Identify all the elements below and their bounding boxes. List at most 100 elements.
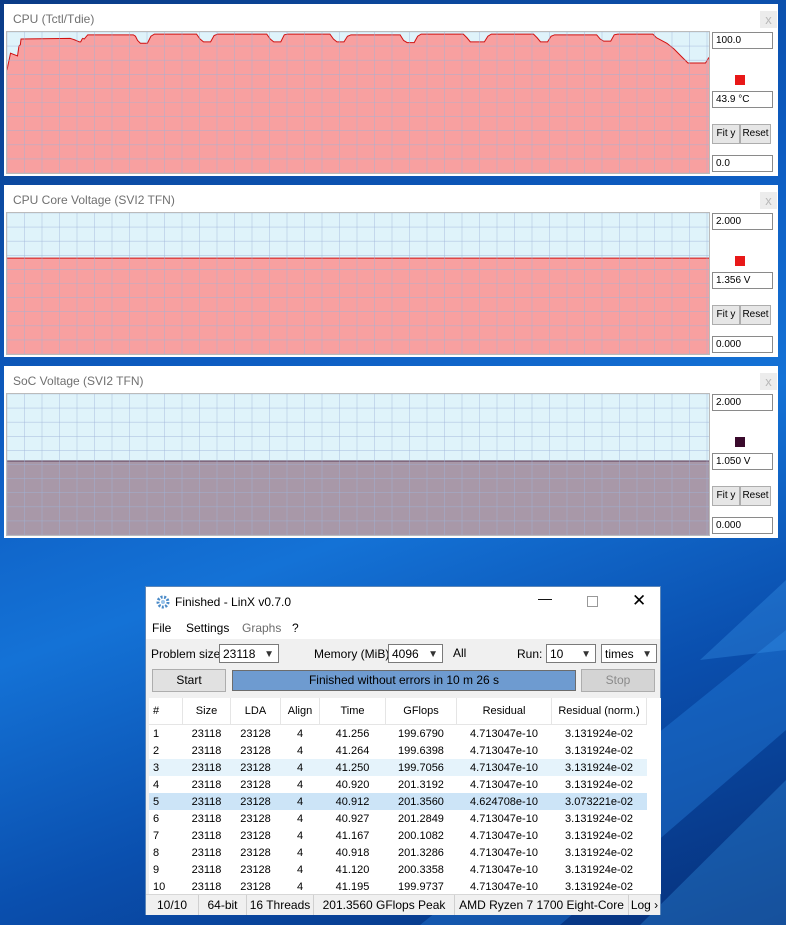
table-cell: 10 bbox=[153, 880, 166, 893]
min-value-field[interactable]: 0.000 bbox=[712, 336, 773, 353]
close-button[interactable]: ✕ bbox=[632, 591, 646, 611]
column-header[interactable]: GFlops bbox=[385, 698, 457, 725]
table-row[interactable]: 2 23118 23128 4 41.264 199.6398 4.713047e-10 3.… bbox=[149, 742, 647, 759]
status-bitness: 64-bit bbox=[199, 895, 247, 915]
table-cell: 2 bbox=[153, 744, 160, 757]
table-row[interactable]: 6 23118 23128 4 40.927 201.2849 4.713047e-10 3.… bbox=[149, 810, 647, 827]
chevron-down-icon: ▼ bbox=[581, 649, 591, 660]
log-button[interactable]: Log › bbox=[629, 895, 660, 915]
memory-combo[interactable]: 4096 ▼ bbox=[388, 644, 443, 663]
status-progress: 10/10 bbox=[146, 895, 199, 915]
color-swatch[interactable] bbox=[735, 256, 745, 266]
table-cell: 201.3286 bbox=[398, 846, 444, 859]
min-value-field[interactable]: 0.0 bbox=[712, 155, 773, 172]
column-header[interactable]: Time bbox=[319, 698, 386, 725]
table-cell: 4 bbox=[296, 829, 304, 842]
table-row[interactable]: 3 23118 23128 4 41.250 199.7056 4.713047e-10 3.… bbox=[149, 759, 647, 776]
column-header[interactable]: Residual bbox=[456, 698, 552, 725]
max-value-field[interactable]: 2.000 bbox=[712, 394, 773, 411]
close-icon[interactable]: x bbox=[760, 192, 777, 209]
menu-graphs[interactable]: Graphs bbox=[242, 621, 281, 635]
table-cell: 4 bbox=[296, 778, 304, 791]
close-icon[interactable]: x bbox=[760, 373, 777, 390]
table-cell: 23118 bbox=[191, 846, 222, 859]
run-label: Run: bbox=[517, 647, 543, 661]
table-cell: 23118 bbox=[191, 863, 222, 876]
min-value-field[interactable]: 0.000 bbox=[712, 517, 773, 534]
column-header[interactable]: Size bbox=[182, 698, 231, 725]
table-row[interactable]: 1 23118 23128 4 41.256 199.6790 4.713047e-10 3.… bbox=[149, 725, 647, 743]
minimize-button[interactable]: — bbox=[538, 590, 552, 606]
table-row[interactable]: 4 23118 23128 4 40.920 201.3192 4.713047e-10 3.… bbox=[149, 776, 647, 793]
table-row[interactable]: 7 23118 23128 4 41.167 200.1082 4.713047e-10 3.… bbox=[149, 827, 647, 844]
table-cell: 3.131924e-02 bbox=[565, 812, 633, 825]
menu-help[interactable]: ? bbox=[292, 621, 299, 635]
table-cell: 3.131924e-02 bbox=[565, 778, 633, 791]
table-cell: 23118 bbox=[191, 778, 222, 791]
table-cell: 4 bbox=[296, 744, 304, 757]
table-cell: 41.167 bbox=[335, 829, 370, 842]
table-cell: 4.713047e-10 bbox=[470, 846, 538, 859]
table-row[interactable]: 9 23118 23128 4 41.120 200.3358 4.713047e-10 3.… bbox=[149, 861, 647, 878]
fit-y-button[interactable]: Fit y bbox=[712, 305, 740, 325]
fit-y-button[interactable]: Fit y bbox=[712, 124, 740, 144]
table-cell: 4.713047e-10 bbox=[470, 829, 538, 842]
menu-file[interactable]: File bbox=[152, 621, 171, 635]
times-combo[interactable]: times ▼ bbox=[601, 644, 657, 663]
chevron-down-icon: ▼ bbox=[642, 649, 652, 660]
table-row[interactable]: 8 23118 23128 4 40.918 201.3286 4.713047e-10 3.… bbox=[149, 844, 647, 861]
close-icon[interactable]: x bbox=[760, 11, 777, 28]
menu-settings[interactable]: Settings bbox=[186, 621, 229, 635]
reset-button[interactable]: Reset bbox=[740, 486, 771, 506]
table-cell: 3.131924e-02 bbox=[551, 759, 647, 776]
status-peak-gflops: 201.3560 GFlops Peak bbox=[314, 895, 455, 915]
color-swatch[interactable] bbox=[735, 437, 745, 447]
column-header[interactable]: LDA bbox=[230, 698, 281, 725]
stop-button[interactable]: Stop bbox=[581, 669, 655, 692]
table-cell: 23128 bbox=[240, 863, 271, 876]
table-cell: 199.9737 bbox=[398, 880, 444, 893]
all-checkbox-label[interactable]: All bbox=[453, 646, 466, 660]
table-cell: 40.918 bbox=[335, 846, 370, 859]
reset-button[interactable]: Reset bbox=[740, 124, 771, 144]
table-cell: 199.6398 bbox=[398, 744, 444, 757]
table-cell: 4 bbox=[296, 880, 304, 893]
status-threads: 16 Threads bbox=[247, 895, 314, 915]
runs-combo[interactable]: 10 ▼ bbox=[546, 644, 596, 663]
max-value-field[interactable]: 2.000 bbox=[712, 213, 773, 230]
table-cell: 4.713047e-10 bbox=[470, 812, 538, 825]
column-header[interactable]: Residual (norm.) bbox=[551, 698, 647, 725]
memory-label: Memory (MiB): bbox=[314, 647, 393, 661]
table-cell: 23128 bbox=[230, 759, 281, 776]
series-area bbox=[7, 460, 709, 535]
start-button[interactable]: Start bbox=[152, 669, 226, 692]
maximize-button[interactable] bbox=[587, 596, 598, 607]
table-cell: 9 bbox=[153, 863, 160, 876]
reset-button[interactable]: Reset bbox=[740, 305, 771, 325]
fit-y-button[interactable]: Fit y bbox=[712, 486, 740, 506]
column-header[interactable]: Align bbox=[280, 698, 320, 725]
table-row[interactable]: 10 23118 23128 4 41.195 199.9737 4.713047e-10 3… bbox=[149, 878, 647, 895]
table-row[interactable]: 5 23118 23128 4 40.912 201.3560 4.624708e-10 3.… bbox=[149, 793, 647, 810]
series-area bbox=[7, 34, 709, 173]
table-cell: 23128 bbox=[240, 812, 271, 825]
max-value-field[interactable]: 100.0 bbox=[712, 32, 773, 49]
status-cpu-name: AMD Ryzen 7 1700 Eight-Core bbox=[455, 895, 629, 915]
table-cell: 23128 bbox=[240, 778, 271, 791]
problem-size-combo[interactable]: 23118 ▼ bbox=[219, 644, 279, 663]
memory-value: 4096 bbox=[392, 647, 419, 661]
table-cell: 3.131924e-02 bbox=[565, 880, 633, 893]
color-swatch[interactable] bbox=[735, 75, 745, 85]
table-cell: 23118 bbox=[182, 793, 231, 810]
column-header[interactable]: # bbox=[149, 698, 183, 725]
title-bar[interactable]: Finished - LinX v0.7.0 — ✕ bbox=[146, 587, 660, 617]
times-value: times bbox=[605, 647, 634, 661]
table-cell: 199.7056 bbox=[385, 759, 457, 776]
table-cell: 4 bbox=[280, 759, 320, 776]
table-cell: 1 bbox=[153, 727, 160, 740]
table-cell: 23118 bbox=[191, 727, 222, 740]
progress-bar: Finished without errors in 10 m 26 s bbox=[232, 670, 576, 691]
table-cell: 23128 bbox=[230, 793, 281, 810]
table-cell: 23128 bbox=[240, 744, 271, 757]
panel-title: SoC Voltage (SVI2 TFN) bbox=[13, 374, 144, 388]
